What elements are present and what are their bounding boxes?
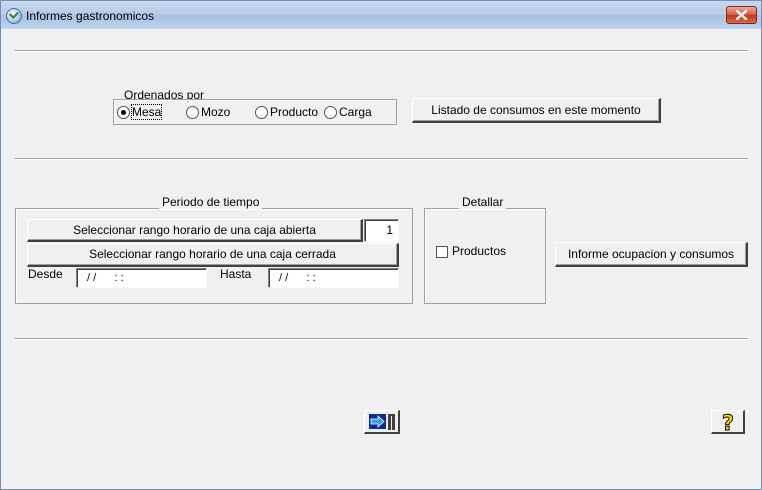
radio-carga-circle[interactable] bbox=[324, 106, 337, 119]
app-logo-icon bbox=[6, 8, 22, 24]
radio-producto-circle[interactable] bbox=[255, 106, 268, 119]
radio-producto-label[interactable]: Producto bbox=[270, 105, 318, 119]
window-title: Informes gastronomicos bbox=[26, 9, 155, 23]
divider-bottom bbox=[15, 338, 748, 340]
informe-ocupacion-button[interactable]: Informe ocupacion y consumos bbox=[555, 242, 748, 267]
listado-consumos-button[interactable]: Listado de consumos en este momento bbox=[412, 98, 661, 123]
radio-mozo-label[interactable]: Mozo bbox=[201, 105, 230, 119]
caja-abierta-button[interactable]: Seleccionar rango horario de una caja ab… bbox=[27, 219, 363, 242]
help-question-icon: ? bbox=[721, 412, 734, 432]
radio-mesa-label[interactable]: Mesa bbox=[130, 104, 163, 120]
export-arrow-icon bbox=[369, 414, 395, 430]
radio-carga-label[interactable]: Carga bbox=[339, 105, 372, 119]
radio-mesa-dot bbox=[121, 110, 126, 115]
hasta-label: Hasta bbox=[220, 267, 252, 281]
hasta-field[interactable]: / / : : bbox=[268, 268, 399, 288]
export-button[interactable] bbox=[364, 410, 400, 434]
divider-top bbox=[15, 50, 748, 52]
svg-text:?: ? bbox=[722, 412, 734, 432]
close-button[interactable] bbox=[726, 6, 757, 24]
desde-label: Desde bbox=[28, 267, 63, 281]
periodo-legend: Periodo de tiempo bbox=[159, 195, 263, 209]
radio-mesa-circle[interactable] bbox=[117, 106, 130, 119]
radio-mozo-circle[interactable] bbox=[186, 106, 199, 119]
close-icon bbox=[736, 10, 747, 20]
productos-label[interactable]: Productos bbox=[452, 244, 506, 258]
title-bar[interactable]: Informes gastronomicos bbox=[1, 1, 761, 29]
divider-middle bbox=[15, 158, 748, 160]
detallar-legend: Detallar bbox=[459, 195, 507, 209]
desde-field[interactable]: / / : : bbox=[76, 268, 207, 288]
productos-checkbox[interactable] bbox=[436, 246, 448, 258]
caja-count-field[interactable]: 1 bbox=[364, 219, 399, 242]
caja-cerrada-button[interactable]: Seleccionar rango horario de una caja ce… bbox=[27, 243, 399, 267]
help-button[interactable]: ? bbox=[711, 410, 745, 434]
main-window: Informes gastronomicos Ordenados por Mes… bbox=[0, 0, 762, 490]
